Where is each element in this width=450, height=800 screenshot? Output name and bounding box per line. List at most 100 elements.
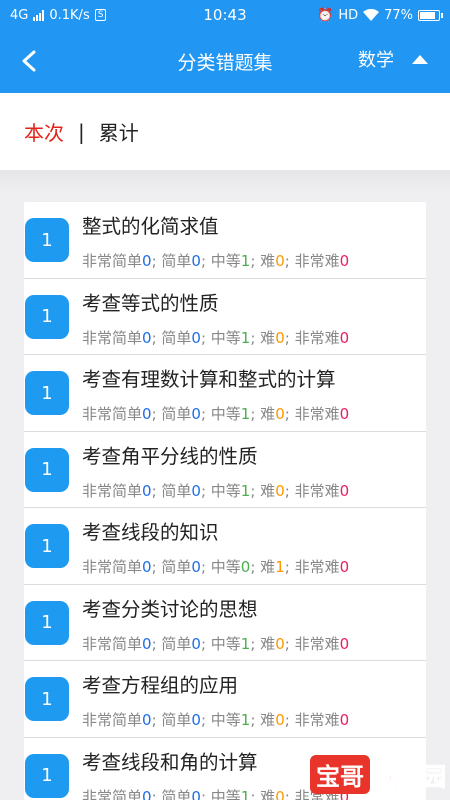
stat-label-easy: 简单 — [161, 252, 192, 270]
stat-label-very-hard: 非常难 — [294, 328, 340, 347]
list-item[interactable]: 1 考查分类讨论的思想 非常简单0; 简单0; 中等1; 难0; 非常难0 — [24, 585, 426, 661]
stat-separator: ; — [151, 405, 162, 423]
triangle-up-icon — [412, 54, 428, 64]
stat-count-hard: 0 — [275, 711, 285, 729]
stat-separator: ; — [200, 405, 211, 423]
stat-separator: ; — [250, 405, 261, 423]
stat-count-easy: 0 — [191, 328, 201, 347]
stat-separator: ; — [284, 711, 295, 729]
stat-count-very-hard: 0 — [339, 634, 350, 653]
stat-label-hard: 难 — [260, 711, 276, 729]
stat-count-hard: 0 — [275, 328, 285, 347]
stat-label-easy: 简单 — [161, 787, 192, 800]
count-badge: 1 — [25, 600, 69, 645]
stat-count-very-easy: 0 — [142, 328, 152, 347]
stat-separator: ; — [250, 328, 261, 347]
nav-bar: 分类错题集 数学 — [0, 30, 450, 93]
subject-selector[interactable]: 数学 — [358, 46, 428, 72]
stat-separator: ; — [200, 252, 211, 270]
count-badge: 1 — [25, 218, 69, 262]
stat-label-medium: 中等 — [210, 787, 241, 800]
count-badge: 1 — [25, 753, 69, 798]
item-title: 考查等式的性质 — [82, 291, 219, 315]
stat-count-hard: 0 — [275, 634, 285, 653]
stat-separator: ; — [151, 711, 162, 729]
stat-label-easy: 简单 — [161, 711, 192, 729]
stat-count-easy: 0 — [191, 252, 201, 270]
stat-separator: ; — [250, 558, 261, 576]
list-item[interactable]: 1 考查等式的性质 非常简单0; 简单0; 中等1; 难0; 非常难0 — [24, 279, 426, 355]
difficulty-stats: 非常简单0; 简单0; 中等1; 难0; 非常难0 — [82, 327, 349, 348]
stat-label-hard: 难 — [260, 787, 276, 800]
stat-count-easy: 0 — [191, 558, 201, 576]
stat-count-very-easy: 0 — [142, 252, 152, 270]
signal-icon — [33, 9, 45, 21]
stat-separator: ; — [151, 634, 162, 653]
stat-separator: ; — [284, 328, 295, 347]
list-item[interactable]: 1 考查有理数计算和整式的计算 非常简单0; 简单0; 中等1; 难0; 非常难0 — [24, 355, 426, 432]
stat-count-hard: 1 — [275, 558, 285, 576]
section-divider — [0, 170, 450, 194]
battery-icon — [418, 9, 444, 21]
stat-count-very-hard: 0 — [339, 481, 350, 500]
list-item[interactable]: 1 考查线段的知识 非常简单0; 简单0; 中等0; 难1; 非常难0 — [24, 508, 426, 585]
item-title: 考查有理数计算和整式的计算 — [82, 368, 336, 391]
stat-separator: ; — [284, 405, 295, 423]
item-title: 考查线段的知识 — [82, 521, 219, 544]
tab-separator: | — [78, 119, 85, 144]
count-badge: 1 — [25, 677, 69, 721]
tab-current[interactable]: 本次 — [24, 117, 64, 146]
clock: 10:43 — [203, 6, 247, 24]
stat-label-medium: 中等 — [210, 558, 241, 576]
network-type: 4G — [10, 7, 29, 23]
back-arrow-icon — [22, 50, 36, 72]
stat-count-very-hard: 0 — [339, 252, 350, 270]
stat-count-very-easy: 0 — [142, 711, 152, 729]
wifi-icon — [363, 9, 380, 21]
stat-label-hard: 难 — [260, 252, 276, 270]
stat-count-hard: 0 — [275, 787, 285, 800]
stat-separator: ; — [284, 787, 295, 800]
alarm-icon: ⏰ — [317, 7, 334, 23]
difficulty-stats: 非常简单0; 简单0; 中等1; 难0; 非常难0 — [82, 250, 349, 271]
stat-separator: ; — [200, 634, 211, 653]
stat-label-easy: 简单 — [161, 558, 192, 576]
stat-label-easy: 简单 — [161, 328, 192, 347]
stat-label-very-easy: 非常简单 — [82, 405, 143, 423]
stat-separator: ; — [200, 787, 211, 800]
count-badge: 1 — [25, 524, 69, 568]
stat-label-very-easy: 非常简单 — [82, 634, 143, 653]
stat-label-medium: 中等 — [210, 711, 241, 729]
scope-tabs: 本次 | 累计 — [0, 93, 450, 170]
stat-label-hard: 难 — [260, 405, 276, 423]
stat-separator: ; — [250, 252, 261, 270]
difficulty-stats: 非常简单0; 简单0; 中等0; 难1; 非常难0 — [82, 556, 349, 577]
stat-count-very-hard: 0 — [339, 328, 350, 347]
stat-count-very-easy: 0 — [142, 405, 152, 423]
watermark-logo: 宝哥 软件园 — [310, 755, 447, 794]
stat-label-medium: 中等 — [210, 252, 241, 270]
count-badge: 1 — [25, 447, 69, 492]
stat-count-hard: 0 — [275, 252, 285, 270]
stat-label-medium: 中等 — [210, 481, 241, 500]
list-item[interactable]: 1 整式的化简求值 非常简单0; 简单0; 中等1; 难0; 非常难0 — [24, 202, 426, 279]
back-button[interactable] — [14, 46, 44, 76]
stat-label-very-hard: 非常难 — [294, 252, 340, 270]
watermark-left: 宝哥 — [310, 755, 370, 794]
stat-count-medium: 1 — [240, 481, 251, 500]
stat-label-very-easy: 非常简单 — [82, 787, 143, 800]
stat-separator: ; — [284, 634, 295, 653]
battery-percent: 77% — [384, 7, 414, 23]
difficulty-stats: 非常简单0; 简单0; 中等1; 难0; 非常难0 — [82, 709, 349, 730]
stat-count-very-hard: 0 — [339, 711, 350, 729]
stat-separator: ; — [200, 328, 211, 347]
stat-count-very-hard: 0 — [339, 558, 350, 576]
stat-count-medium: 1 — [240, 405, 251, 423]
list-item[interactable]: 1 考查角平分线的性质 非常简单0; 简单0; 中等1; 难0; 非常难0 — [24, 432, 426, 508]
item-title: 考查线段和角的计算 — [82, 750, 258, 774]
stat-count-easy: 0 — [191, 634, 201, 653]
tab-cumulative[interactable]: 累计 — [99, 117, 139, 146]
stat-separator: ; — [151, 558, 162, 576]
hd-label: HD — [338, 7, 359, 23]
list-item[interactable]: 1 考查方程组的应用 非常简单0; 简单0; 中等1; 难0; 非常难0 — [24, 661, 426, 738]
